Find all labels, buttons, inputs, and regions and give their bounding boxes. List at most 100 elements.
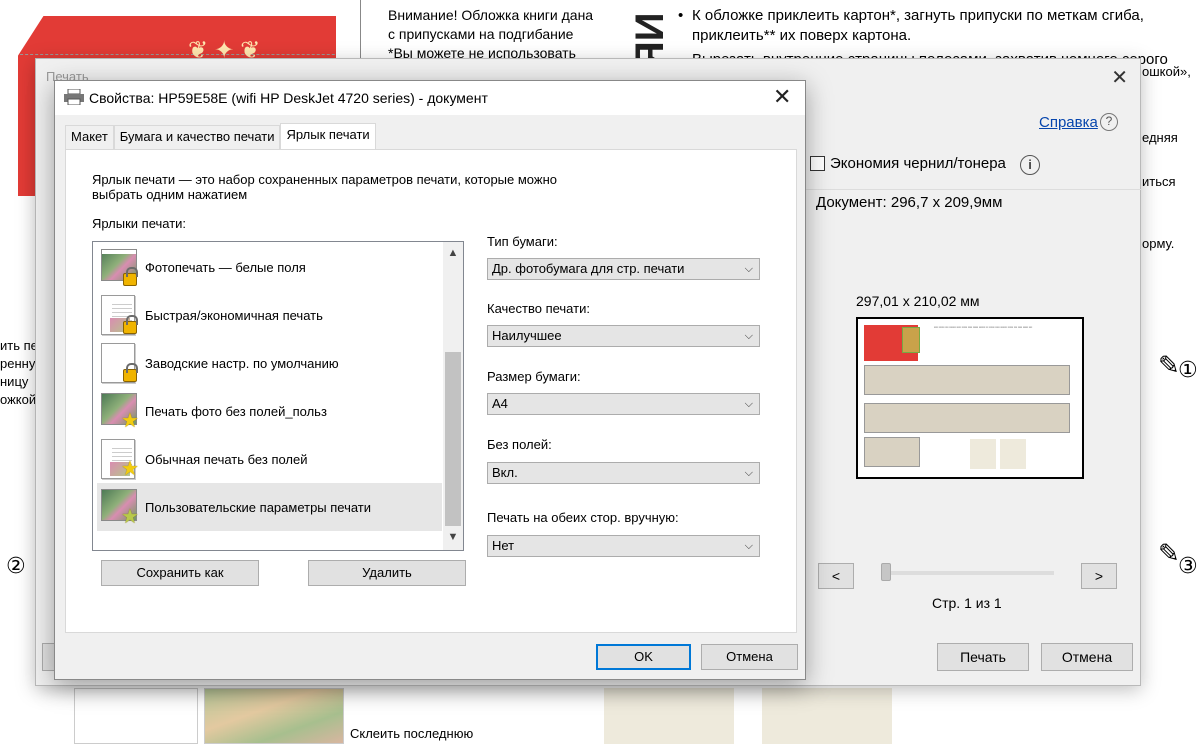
page-thumbnail xyxy=(762,688,892,744)
tab-strip: Макет Бумага и качество печати Ярлык печ… xyxy=(65,123,376,149)
shortcut-label: Обычная печать без полей xyxy=(145,451,308,467)
glue-icon: ✎ xyxy=(1158,350,1180,380)
list-item[interactable]: Заводские настр. по умолчанию xyxy=(97,339,442,387)
paper-size-label: Размер бумаги: xyxy=(487,369,581,384)
help-icon[interactable]: ? xyxy=(1100,113,1118,131)
tab-paper-quality[interactable]: Бумага и качество печати xyxy=(113,125,281,149)
paper-type-label: Тип бумаги: xyxy=(487,234,558,249)
right-fragment: орму. xyxy=(1142,236,1175,251)
chevron-down-icon: ⌵ xyxy=(744,398,753,410)
print-quality-value: Наилучшее xyxy=(492,328,562,343)
warning-line: с припусками на подгибание xyxy=(388,26,574,42)
printer-icon xyxy=(64,89,84,105)
shortcut-label: Пользовательские параметры печати xyxy=(145,499,372,515)
list-scrollbar[interactable]: ▲ ▼ xyxy=(443,242,463,550)
photo-lock-icon xyxy=(97,245,141,289)
instruction-paragraph: К обложке приклеить картон*, загнуть при… xyxy=(692,7,1144,44)
preview-strip xyxy=(864,403,1070,433)
chevron-down-icon: ⌵ xyxy=(744,540,753,552)
list-item[interactable]: ★ Печать фото без полей_польз xyxy=(97,387,442,435)
document-lock-icon xyxy=(97,293,141,337)
preview-ornament xyxy=(902,327,920,353)
intro-text: Ярлык печати — это набор сохраненных пар… xyxy=(92,172,557,202)
print-quality-label: Качество печати: xyxy=(487,301,590,316)
prev-page-button[interactable]: < xyxy=(818,563,854,589)
glue-icon: ✎ xyxy=(1158,538,1180,568)
warning-line: Внимание! Обложка книги дана xyxy=(388,7,594,23)
print-button[interactable]: Печать xyxy=(937,643,1029,671)
list-item[interactable]: ★ Обычная печать без полей xyxy=(97,435,442,483)
page-slider-thumb[interactable] xyxy=(881,563,891,581)
chevron-down-icon: ⌵ xyxy=(744,330,753,342)
photo-star-icon: ★ xyxy=(97,485,141,529)
ink-saving-option[interactable]: Экономия чернил/тонера xyxy=(810,155,1006,172)
step-number: ① xyxy=(1178,357,1198,382)
preview-strip xyxy=(864,437,920,467)
list-item[interactable]: Фотопечать — белые поля xyxy=(97,243,442,291)
shortcut-label: Заводские настр. по умолчанию xyxy=(145,355,339,371)
page-thumbnail xyxy=(204,688,344,744)
ok-button[interactable]: OK xyxy=(596,644,691,670)
print-cancel-button[interactable]: Отмена xyxy=(1041,643,1133,671)
chevron-down-icon: ⌵ xyxy=(744,467,753,479)
info-icon[interactable]: i xyxy=(1020,155,1040,175)
page-thumbnail xyxy=(604,688,734,744)
ink-saving-checkbox[interactable] xyxy=(810,156,825,171)
scroll-thumb[interactable] xyxy=(445,352,461,526)
next-page-button[interactable]: > xyxy=(1081,563,1117,589)
shortcuts-list[interactable]: Фотопечать — белые поля Быстрая/экономич… xyxy=(92,241,464,551)
duplex-label: Печать на обеих стор. вручную: xyxy=(487,510,679,525)
photo-star-icon: ★ xyxy=(97,389,141,433)
printer-properties-dialog: Свойства: HP59E58E (wifi HP DeskJet 4720… xyxy=(54,80,806,680)
tab-layout[interactable]: Макет xyxy=(65,125,114,149)
duplex-select[interactable]: Нет ⌵ xyxy=(487,535,760,557)
shortcut-label: Печать фото без полей_польз xyxy=(145,403,327,419)
help-link[interactable]: Справка xyxy=(1039,114,1098,131)
right-fragment: ошкой», xyxy=(1142,64,1191,79)
shortcuts-list-label: Ярлыки печати: xyxy=(92,216,187,231)
scroll-up-icon[interactable]: ▲ xyxy=(443,244,463,262)
shortcut-label: Фотопечать — белые поля xyxy=(145,259,306,275)
borderless-select[interactable]: Вкл. ⌵ xyxy=(487,462,760,484)
page-thumbnail xyxy=(74,688,198,744)
dialog-title: Свойства: HP59E58E (wifi HP DeskJet 4720… xyxy=(89,90,488,106)
preview-size: 297,01 x 210,02 мм xyxy=(856,293,980,309)
list-item[interactable]: ★ Пользовательские параметры печати xyxy=(97,483,442,531)
warning-text: Внимание! Обложка книги дана с припускам… xyxy=(388,6,608,63)
left-fragment: ожкой xyxy=(0,392,37,407)
paper-size-value: A4 xyxy=(492,396,508,411)
left-fragment: ницу xyxy=(0,374,29,389)
save-as-button[interactable]: Сохранить как xyxy=(101,560,259,586)
paper-type-select[interactable]: Др. фотобумага для стр. печати ⌵ xyxy=(487,258,760,280)
list-item[interactable]: Быстрая/экономичная печать xyxy=(97,291,442,339)
title-bar: Свойства: HP59E58E (wifi HP DeskJet 4720… xyxy=(55,81,805,115)
page-slider[interactable] xyxy=(884,571,1054,575)
shortcut-label: Быстрая/экономичная печать xyxy=(145,307,323,323)
step-number: ② xyxy=(6,553,26,578)
right-fragment: едняя xyxy=(1142,130,1178,145)
preview-page xyxy=(1000,439,1026,469)
cancel-button[interactable]: Отмена xyxy=(701,644,798,670)
print-quality-select[interactable]: Наилучшее ⌵ xyxy=(487,325,760,347)
preview-strip xyxy=(864,365,1070,395)
paper-size-select[interactable]: A4 ⌵ xyxy=(487,393,760,415)
blank-lock-icon xyxy=(97,341,141,385)
divider xyxy=(806,189,1142,190)
shortcuts-panel: Ярлык печати — это набор сохраненных пар… xyxy=(65,149,797,633)
duplex-value: Нет xyxy=(492,538,515,553)
bottom-label: Склеить последнюю xyxy=(350,726,474,741)
page-indicator: Стр. 1 из 1 xyxy=(932,595,1002,611)
step-number: ③ xyxy=(1178,553,1198,578)
ink-saving-label: Экономия чернил/тонера xyxy=(830,155,1006,172)
chevron-down-icon: ⌵ xyxy=(744,263,753,275)
preview-text: ▪▪▪▪ ▪▪▪▪▪ ▪▪▪ ▪▪▪▪▪▪ ▪▪▪▪ ▪▪▪▪▪ ▪▪▪▪ ▪▪… xyxy=(934,325,1033,329)
scroll-down-icon[interactable]: ▼ xyxy=(443,528,463,546)
close-icon[interactable]: ✕ xyxy=(1111,65,1128,90)
delete-button[interactable]: Удалить xyxy=(308,560,466,586)
close-icon[interactable]: ✕ xyxy=(773,84,791,110)
bullet: • xyxy=(678,7,684,24)
tab-print-shortcuts[interactable]: Ярлык печати xyxy=(280,123,376,149)
borderless-value: Вкл. xyxy=(492,465,518,480)
document-star-icon: ★ xyxy=(97,437,141,481)
right-fragment: иться xyxy=(1142,174,1176,189)
